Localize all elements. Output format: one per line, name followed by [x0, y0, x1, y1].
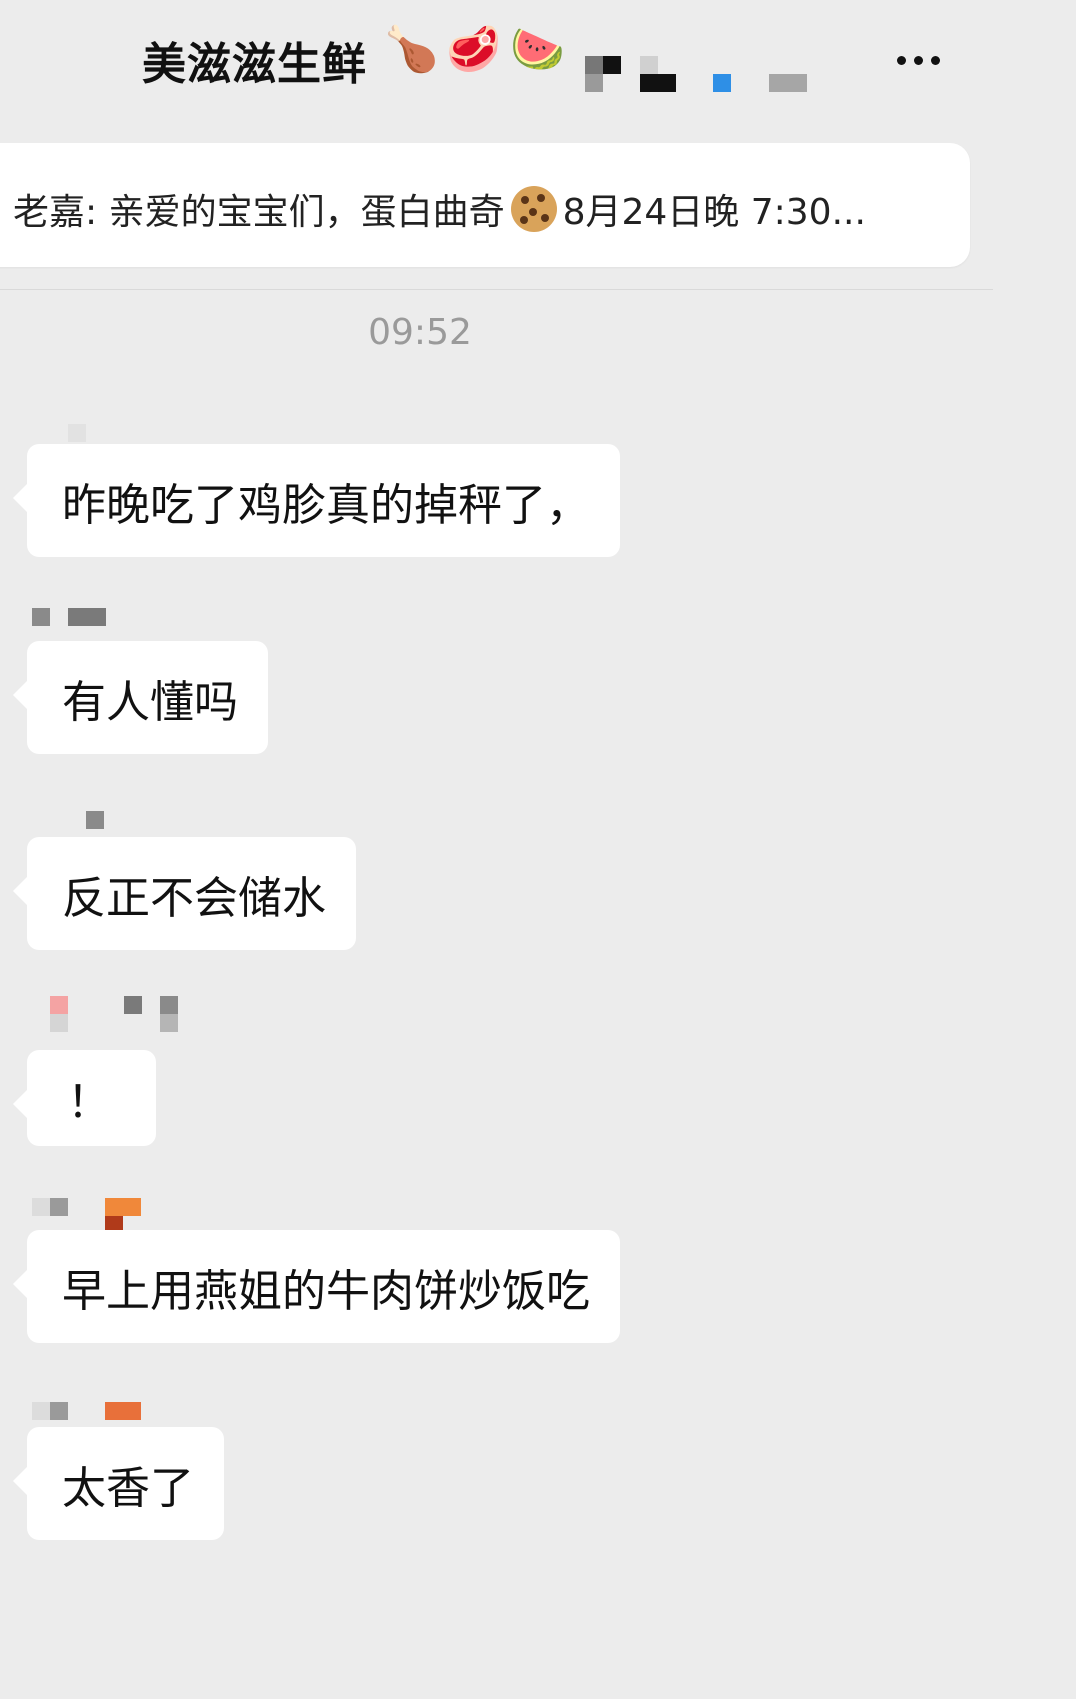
drumstick-emoji: 🍗 — [384, 24, 439, 75]
message-bubble[interactable]: 早上用燕姐的牛肉饼炒饭吃 — [13, 1230, 620, 1343]
more-dot — [930, 55, 940, 65]
message-bubble[interactable]: 太香了 — [13, 1427, 224, 1540]
more-dot — [913, 55, 923, 65]
message-text: 昨晚吃了鸡胗真的掉秤了， — [62, 479, 590, 531]
header-divider — [0, 289, 993, 290]
message-text: 早上用燕姐的牛肉饼炒饭吃 — [62, 1265, 590, 1317]
obscured-text-mosaic — [585, 52, 815, 92]
pinned-message-banner[interactable]: 老嘉: 亲爱的宝宝们，蛋白曲奇 8月24日晚 7:30... — [0, 143, 970, 267]
chat-title[interactable]: 美滋滋生鲜 — [142, 28, 367, 92]
message-text: 太香了 — [62, 1462, 194, 1514]
more-dots-icon — [896, 55, 906, 65]
message-text: ！ — [67, 1077, 111, 1128]
watermelon-emoji: 🍉 — [510, 24, 565, 75]
more-options-button[interactable] — [883, 30, 953, 90]
meat-emoji: 🥩 — [446, 24, 501, 75]
message-text: 有人懂吗 — [62, 676, 238, 728]
cookie-icon — [510, 186, 557, 232]
chat-header: 美滋滋生鲜 🍗 🥩 🍉 — [0, 0, 993, 130]
message-bubble[interactable]: 昨晚吃了鸡胗真的掉秤了， — [13, 444, 620, 557]
pinned-text-before: 老嘉: 亲爱的宝宝们，蛋白曲奇 — [13, 192, 505, 233]
sender-name-obscured — [50, 996, 190, 1036]
message-bubble[interactable]: 反正不会储水 — [13, 837, 356, 950]
pinned-text-after: 8月24日晚 7:30... — [562, 192, 866, 233]
pinned-message-text: 老嘉: 亲爱的宝宝们，蛋白曲奇 8月24日晚 7:30... — [13, 183, 866, 235]
message-bubble[interactable]: 有人懂吗 — [13, 641, 268, 754]
message-text: 反正不会储水 — [62, 872, 326, 924]
message-bubble[interactable]: ！ — [13, 1050, 156, 1146]
message-timestamp: 09:52 — [368, 312, 472, 353]
